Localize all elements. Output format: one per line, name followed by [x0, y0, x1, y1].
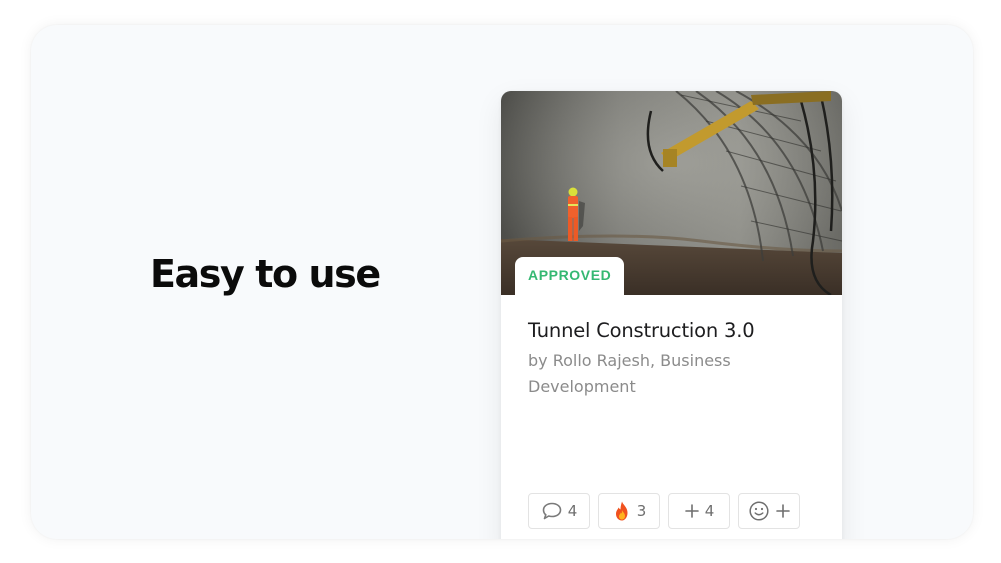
- fire-icon: [615, 501, 628, 521]
- feature-panel: Easy to use APPROVED Tunnel Construction…: [31, 25, 973, 539]
- fire-reaction-button[interactable]: 3: [598, 493, 660, 529]
- comment-count: 4: [567, 502, 578, 520]
- reaction-bar: 4 3 4: [528, 493, 800, 529]
- fire-count: 3: [636, 502, 647, 520]
- plus-one-button[interactable]: 4: [668, 493, 730, 529]
- comment-button[interactable]: 4: [528, 493, 590, 529]
- add-icon: [775, 504, 790, 518]
- card-title[interactable]: Tunnel Construction 3.0: [528, 319, 755, 342]
- smiley-icon: [748, 501, 769, 521]
- status-label: APPROVED: [528, 267, 612, 283]
- headline: Easy to use: [150, 252, 381, 296]
- plus-icon: [684, 504, 699, 518]
- comment-icon: [542, 502, 562, 520]
- status-badge: APPROVED: [515, 257, 625, 297]
- plus-count: 4: [704, 502, 715, 520]
- idea-card[interactable]: APPROVED Tunnel Construction 3.0 by Roll…: [501, 91, 842, 539]
- add-reaction-button[interactable]: [738, 493, 800, 529]
- card-byline: by Rollo Rajesh, Business Development: [528, 351, 731, 396]
